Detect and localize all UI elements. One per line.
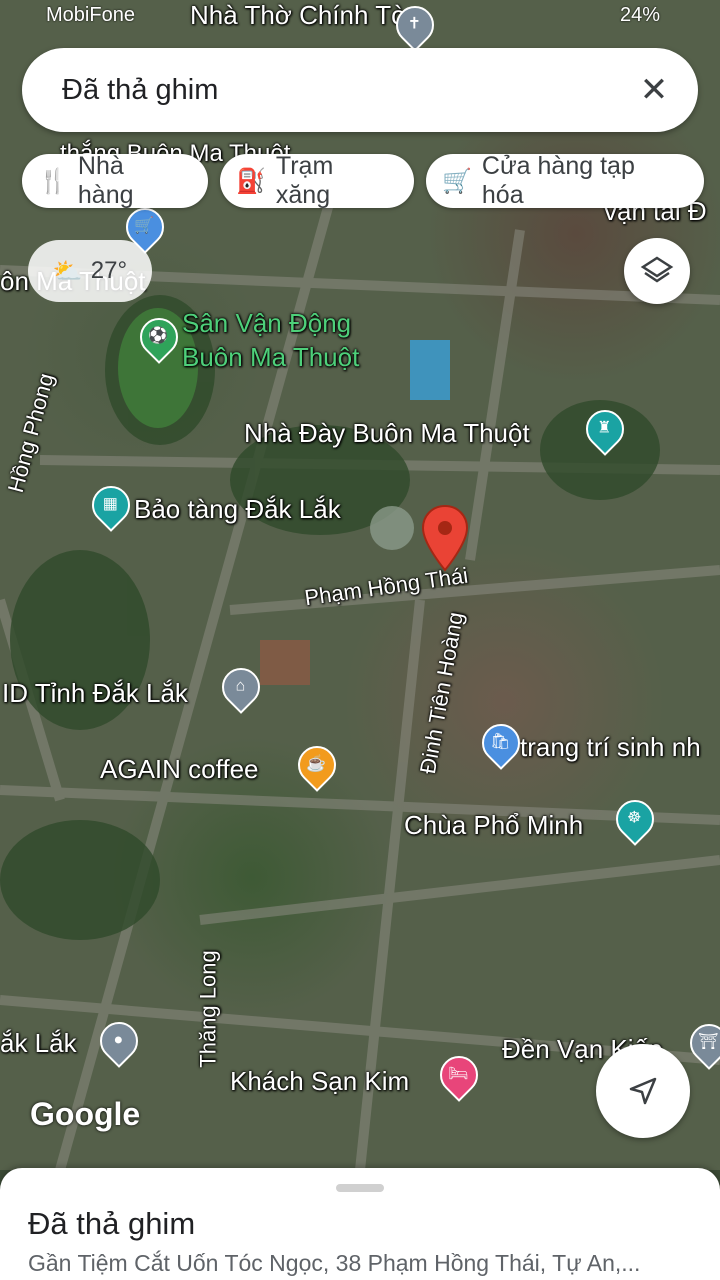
temperature-text: 27°: [90, 257, 128, 284]
bottom-sheet[interactable]: Đã thả ghim Gần Tiệm Cắt Uốn Tóc Ngọc, 3…: [0, 1168, 720, 1280]
map-label-again-coffee: AGAIN coffee: [100, 754, 259, 784]
search-bar[interactable]: Đã thả ghim ✕: [22, 48, 698, 132]
map-label-hotel: Khách Sạn Kim: [230, 1066, 410, 1096]
navigation-arrow-icon: [629, 1077, 657, 1105]
battery-text: 24%: [620, 4, 661, 26]
cart-icon: 🛒: [442, 167, 472, 195]
sheet-address: Gần Tiệm Cắt Uốn Tóc Ngọc, 38 Phạm Hồng …: [28, 1250, 641, 1276]
chip-grocery[interactable]: 🛒 Cửa hàng tạp hóa: [426, 152, 704, 209]
chip-gas-stations[interactable]: ⛽ Trạm xăng: [220, 152, 414, 209]
sheet-drag-handle[interactable]: [336, 1184, 384, 1192]
map-label-trang-tri: trang trí sinh nh: [520, 732, 701, 762]
my-location-button[interactable]: [596, 1044, 690, 1138]
chip-label: Cửa hàng tạp hóa: [481, 152, 635, 209]
carrier-text: MobiFone: [46, 4, 135, 26]
map-label-church: Nhà Thờ Chính Tòa: [190, 0, 421, 30]
map-label-dak-lak: ắk Lắk: [0, 1028, 77, 1058]
chip-restaurants[interactable]: 🍴 Nhà hàng: [22, 152, 208, 209]
map-label-nha-day: Nhà Đày Buôn Ma Thuột: [244, 418, 530, 448]
map-label-stadium-2: Buôn Ma Thuột: [182, 342, 360, 372]
sheet-title: Đã thả ghim: [28, 1206, 196, 1241]
gas-station-icon: ⛽: [236, 167, 266, 195]
google-logo: Google: [30, 1096, 141, 1132]
dropped-pin-icon[interactable]: [420, 504, 470, 572]
chip-label: Trạm xăng: [275, 152, 334, 209]
map-label-ubnd: ID Tỉnh Đắk Lắk: [2, 678, 188, 708]
layers-icon: [640, 256, 674, 283]
restaurant-icon: 🍴: [38, 167, 68, 195]
chip-label: Nhà hàng: [77, 152, 134, 209]
layers-button[interactable]: [624, 238, 690, 304]
road-label-thang-long: Thăng Long: [195, 950, 221, 1068]
close-icon[interactable]: ✕: [632, 68, 676, 112]
search-text[interactable]: Đã thả ghim: [62, 74, 218, 107]
map-label-chua: Chùa Phổ Minh: [404, 810, 584, 840]
map-label-museum: Bảo tàng Đắk Lắk: [134, 494, 341, 524]
weather-badge[interactable]: ⛅ 27°: [28, 240, 152, 302]
map-label-stadium-1: Sân Vận Động: [182, 308, 352, 338]
partly-cloudy-icon: ⛅: [52, 257, 83, 285]
